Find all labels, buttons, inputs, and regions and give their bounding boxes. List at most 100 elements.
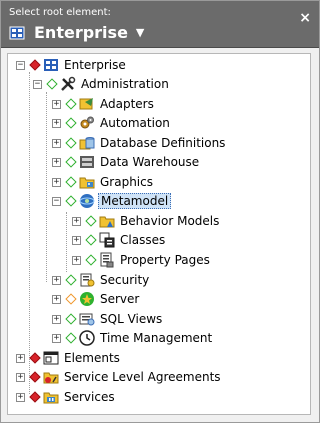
enterprise-icon	[43, 57, 59, 73]
status-diamond-green	[65, 156, 77, 168]
expand-toggle[interactable]: +	[16, 372, 25, 382]
gears-icon	[79, 115, 95, 131]
status-diamond-green	[46, 78, 58, 90]
status-diamond-green	[65, 176, 77, 188]
tree-item-server[interactable]: + Server	[52, 290, 141, 308]
expand-toggle[interactable]: +	[72, 255, 81, 265]
tree-item-label: Property Pages	[120, 253, 210, 267]
elements-icon	[43, 350, 59, 366]
tree-item-service-level-agreements[interactable]: + Service Level Agreements	[16, 368, 223, 386]
expand-toggle[interactable]: +	[16, 392, 25, 402]
tree-item-label: Elements	[64, 351, 120, 365]
tree-item-automation[interactable]: + Automation	[52, 114, 172, 132]
expand-toggle[interactable]: +	[52, 294, 61, 304]
tree-item-label: Database Definitions	[100, 136, 226, 150]
expand-toggle[interactable]: +	[52, 314, 61, 324]
expand-toggle[interactable]: +	[52, 275, 61, 285]
warehouse-icon	[79, 154, 95, 170]
tree-connector	[29, 72, 30, 394]
property-pages-icon	[99, 252, 115, 268]
expand-toggle[interactable]: +	[52, 138, 61, 148]
status-diamond-green	[85, 254, 97, 266]
tree-item-database-definitions[interactable]: + Database Definitions	[52, 134, 227, 152]
status-diamond-green	[85, 215, 97, 227]
tree-item-elements[interactable]: + Elements	[16, 349, 122, 367]
tree-view: − Enterprise − Administration + Adapters…	[7, 53, 311, 415]
tree-item-metamodel[interactable]: − Metamodel	[52, 192, 172, 210]
clock-icon	[79, 330, 95, 346]
expand-toggle[interactable]: +	[72, 216, 81, 226]
panel-header: Select root element: Enterprise ▼ ×	[1, 1, 319, 48]
tree-item-label: Services	[64, 390, 115, 404]
close-button[interactable]: ×	[299, 10, 311, 26]
status-diamond-red	[29, 352, 41, 364]
collapse-toggle[interactable]: −	[33, 79, 42, 89]
metamodel-icon	[79, 193, 95, 209]
tree-item-administration[interactable]: − Administration	[33, 75, 171, 93]
tree-connector	[46, 92, 47, 282]
expand-toggle[interactable]: +	[52, 157, 61, 167]
expand-toggle[interactable]: +	[52, 333, 61, 343]
tree-item-services[interactable]: + Services	[16, 388, 117, 406]
tree-item-label: Time Management	[100, 331, 213, 345]
tree-item-classes[interactable]: + Classes	[72, 231, 167, 249]
tree-item-label: Data Warehouse	[100, 155, 200, 169]
expand-toggle[interactable]: +	[52, 177, 61, 187]
tools-icon	[60, 76, 76, 92]
sla-icon	[43, 369, 59, 385]
tree-item-label: Enterprise	[64, 58, 126, 72]
root-selector-panel: Select root element: Enterprise ▼ × − En…	[0, 0, 320, 423]
chevron-down-icon: ▼	[135, 26, 145, 39]
expand-toggle[interactable]: +	[52, 118, 61, 128]
tree-item-label: Automation	[100, 116, 170, 130]
status-diamond-green	[85, 234, 97, 246]
expand-toggle[interactable]: +	[52, 99, 61, 109]
tree-item-label: Administration	[81, 77, 169, 91]
tree-item-label: Adapters	[100, 97, 154, 111]
status-diamond-green	[65, 137, 77, 149]
adapter-icon	[79, 96, 95, 112]
expand-toggle[interactable]: +	[72, 235, 81, 245]
status-diamond-orange	[65, 293, 77, 305]
graphics-folder-icon	[79, 174, 95, 190]
tree-item-label: Graphics	[100, 175, 153, 189]
tree-item-label: Server	[100, 292, 140, 306]
server-icon	[79, 291, 95, 307]
tree-item-sql-views[interactable]: + SQL Views	[52, 310, 164, 328]
tree-item-label: Behavior Models	[120, 214, 220, 228]
status-diamond-green	[65, 195, 77, 207]
tree-item-label: Classes	[120, 233, 166, 247]
classes-icon	[99, 232, 115, 248]
status-diamond-green	[65, 98, 77, 110]
enterprise-icon	[9, 25, 25, 41]
tree-connector	[66, 212, 67, 272]
expand-toggle[interactable]: +	[16, 353, 25, 363]
tree-item-adapters[interactable]: + Adapters	[52, 95, 156, 113]
sql-views-icon	[79, 311, 95, 327]
tree-item-label: SQL Views	[100, 312, 163, 326]
services-icon	[43, 389, 59, 405]
collapse-toggle[interactable]: −	[16, 60, 25, 70]
tree-item-label: Service Level Agreements	[64, 370, 221, 384]
tree-item-enterprise[interactable]: − Enterprise	[16, 56, 128, 74]
security-icon	[79, 272, 95, 288]
status-diamond-red	[29, 371, 41, 383]
root-selector-label: Select root element:	[9, 7, 111, 18]
collapse-toggle[interactable]: −	[52, 196, 61, 206]
status-diamond-green	[65, 117, 77, 129]
tree-item-label: Security	[100, 273, 150, 287]
tree-item-behavior-models[interactable]: + Behavior Models	[72, 212, 221, 230]
tree-item-time-management[interactable]: + Time Management	[52, 329, 214, 347]
tree-item-data-warehouse[interactable]: + Data Warehouse	[52, 153, 201, 171]
root-element-dropdown[interactable]: Enterprise ▼	[9, 23, 144, 42]
tree-item-security[interactable]: + Security	[52, 271, 151, 289]
status-diamond-green	[65, 332, 77, 344]
tree-item-property-pages[interactable]: + Property Pages	[72, 251, 212, 269]
tree-item-graphics[interactable]: + Graphics	[52, 173, 155, 191]
status-diamond-green	[65, 313, 77, 325]
status-diamond-red	[29, 59, 41, 71]
behavior-models-icon	[99, 213, 115, 229]
root-element-value: Enterprise	[34, 23, 128, 42]
database-folder-icon	[79, 135, 95, 151]
status-diamond-red	[29, 391, 41, 403]
